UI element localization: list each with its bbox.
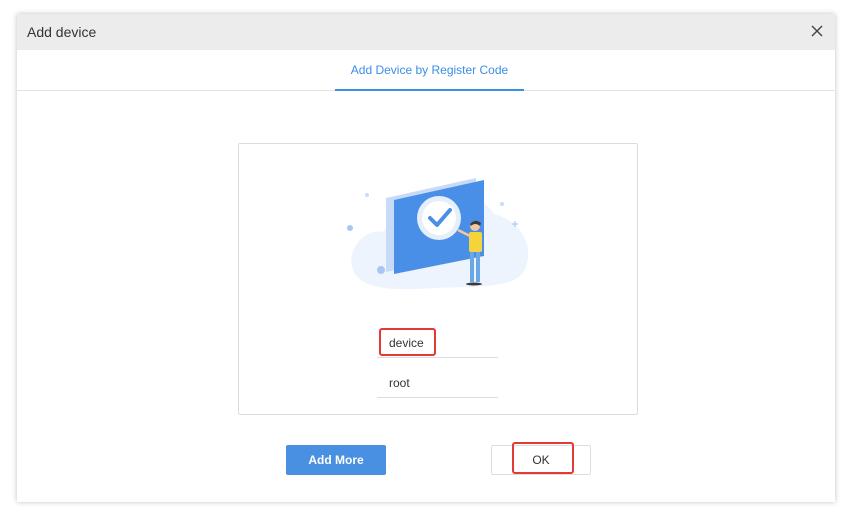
tab-register-code[interactable]: Add Device by Register Code [335, 50, 524, 91]
add-device-dialog: Add device Add Device by Register Code d… [17, 14, 835, 502]
username-field[interactable] [377, 328, 498, 358]
add-more-button[interactable]: Add More [286, 445, 386, 475]
password-field[interactable] [377, 368, 498, 398]
close-icon[interactable] [809, 23, 825, 39]
register-card [238, 143, 638, 415]
device-check-illustration-icon [347, 178, 529, 290]
tab-bar: Add Device by Register Code [17, 50, 835, 91]
dialog-title: Add device [27, 24, 97, 40]
ok-button[interactable]: OK [491, 445, 591, 475]
dialog-titlebar: Add device [17, 14, 835, 50]
